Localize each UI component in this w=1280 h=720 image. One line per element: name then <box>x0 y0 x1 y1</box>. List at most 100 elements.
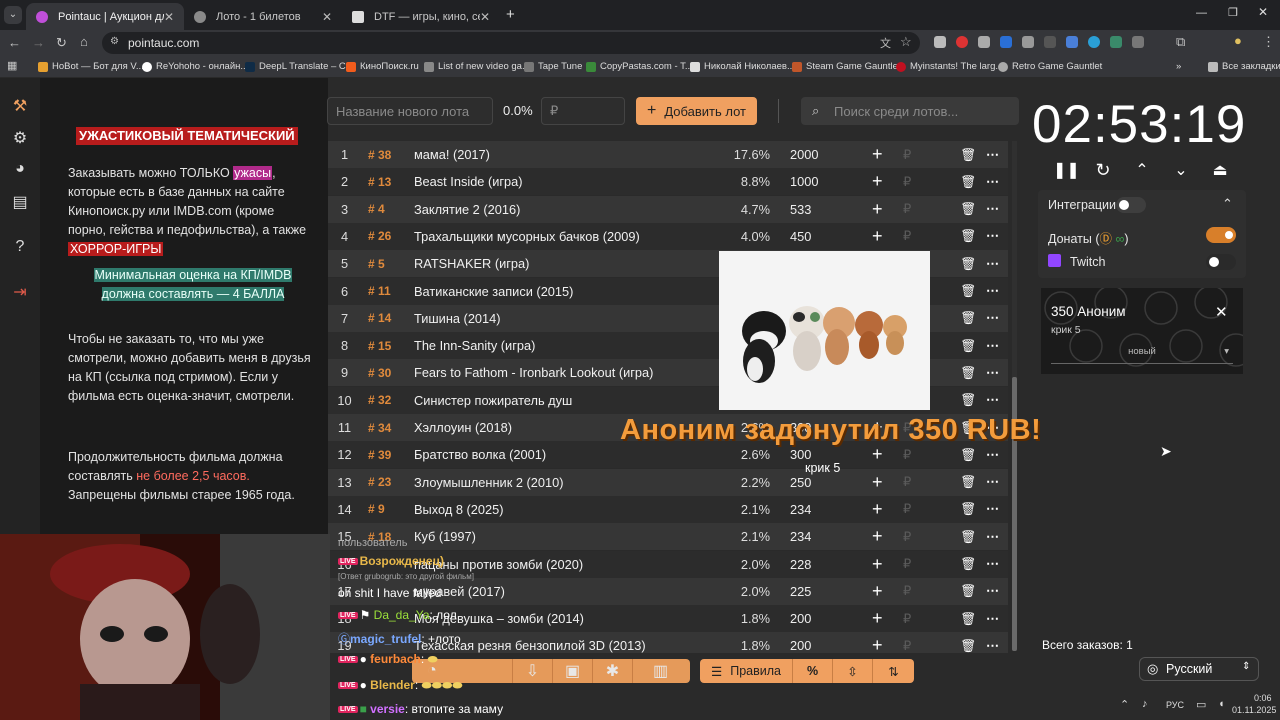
lot-name[interactable]: Трахальщики мусорных бачков (2009) <box>414 229 640 244</box>
ruble-icon[interactable]: ₽ <box>903 583 911 599</box>
lot-name[interactable]: Злоумышленник 2 (2010) <box>414 475 564 490</box>
bookmark[interactable]: Myinstants! The larg... <box>896 61 1003 72</box>
lot-row[interactable]: 13 # 23 Злоумышленник 2 (2010) 2.2% 250 + ₽ 🗑 ⋯ <box>328 468 1008 496</box>
add-amount-icon[interactable]: + <box>872 554 883 575</box>
ruble-icon[interactable]: ₽ <box>903 501 911 517</box>
scrollbar[interactable] <box>1012 141 1017 651</box>
delete-icon[interactable]: 🗑 <box>960 228 976 244</box>
reset-timer-icon[interactable]: ↻ <box>1092 160 1114 180</box>
amount-input[interactable]: ₽ <box>541 97 625 125</box>
lot-name[interactable]: Fears to Fathom - Ironbark Lookout (игра… <box>414 365 653 380</box>
pause-icon[interactable]: ❚❚ <box>1053 160 1080 180</box>
delete-icon[interactable]: 🗑 <box>960 583 976 599</box>
delete-icon[interactable]: 🗑 <box>960 638 976 653</box>
network-icon[interactable]: ▭ <box>1196 698 1206 711</box>
auction-hammer-icon[interactable]: ⚒ <box>10 96 30 116</box>
site-info-icon[interactable]: ⚙ <box>110 36 119 47</box>
lot-row[interactable]: 14 # 9 Выход 8 (2025) 2.1% 234 + ₽ 🗑 ⋯ <box>328 495 1008 523</box>
delete-icon[interactable]: 🗑 <box>960 447 976 463</box>
ruble-icon[interactable]: ₽ <box>903 474 911 490</box>
tab-list-button[interactable]: ⌄ <box>4 6 22 24</box>
lot-name[interactable]: Ватиканские записи (2015) <box>414 284 573 299</box>
more-options-icon[interactable]: ⋯ <box>986 392 999 408</box>
more-options-icon[interactable]: ⋯ <box>986 638 999 653</box>
lot-row[interactable]: 2 # 13 Beast Inside (игра) 8.8% 1000 + ₽ 🗑 ⋯ <box>328 168 1008 196</box>
home-icon[interactable]: ⌂ <box>80 34 88 49</box>
reload-icon[interactable]: ↻ <box>56 35 67 51</box>
lot-name[interactable]: Братство волка (2001) <box>414 447 546 462</box>
add-lot-button[interactable]: + Добавить лот <box>636 97 757 125</box>
ruble-icon[interactable]: ₽ <box>903 174 911 190</box>
lot-amount[interactable]: 234 <box>790 502 811 517</box>
add-amount-icon[interactable]: + <box>872 144 883 165</box>
lot-amount[interactable]: 1000 <box>790 174 818 189</box>
keyboard-language[interactable]: РУС <box>1166 700 1184 710</box>
more-options-icon[interactable]: ⋯ <box>986 365 999 381</box>
donation-status-select[interactable]: новый ▾ <box>1051 346 1233 364</box>
double-time-icon[interactable]: ⏏ <box>1209 160 1231 180</box>
add-amount-icon[interactable]: + <box>872 171 883 192</box>
lot-name[interactable]: RATSHAKER (игра) <box>414 256 529 271</box>
clipboard-icon[interactable]: ▤ <box>10 192 30 212</box>
lot-amount[interactable]: 225 <box>790 584 811 599</box>
compact-view-icon[interactable]: ⇳ <box>832 659 872 683</box>
add-amount-icon[interactable]: + <box>872 581 883 602</box>
bookmark[interactable]: Steam Game Gauntlet <box>792 61 901 72</box>
delete-icon[interactable]: 🗑 <box>960 174 976 190</box>
bookmark[interactable]: Tape Tune <box>524 61 582 72</box>
delete-icon[interactable]: 🗑 <box>960 201 976 217</box>
ruble-icon[interactable]: ₽ <box>903 228 911 244</box>
lot-amount[interactable]: 200 <box>790 611 811 626</box>
bookmark[interactable]: CopyPastas.com - T... <box>586 61 693 72</box>
lot-name[interactable]: мама! (2017) <box>414 147 490 162</box>
more-options-icon[interactable]: ⋯ <box>986 228 999 244</box>
lot-row[interactable]: 1 # 38 мама! (2017) 17.6% 2000 + ₽ 🗑 ⋯ <box>328 141 1008 168</box>
ruble-icon[interactable]: ₽ <box>903 201 911 217</box>
delete-icon[interactable]: 🗑 <box>960 338 976 354</box>
lot-amount[interactable]: 234 <box>790 529 811 544</box>
delete-icon[interactable]: 🗑 <box>960 611 976 627</box>
bookmark[interactable]: КиноПоиск.ru <box>346 61 419 72</box>
wheel-icon[interactable]: ◕ <box>10 160 30 180</box>
bookmark[interactable]: ReYohoho - онлайн... <box>142 61 248 72</box>
extension-icon[interactable] <box>1022 36 1034 48</box>
logout-icon[interactable]: ⇥ <box>10 282 30 302</box>
volume-icon[interactable]: ◖ <box>1218 698 1225 710</box>
lot-name[interactable]: Синистер пожиратель душ <box>414 393 572 408</box>
close-tab-icon[interactable]: ✕ <box>480 10 490 24</box>
more-options-icon[interactable]: ⋯ <box>986 501 999 517</box>
lot-amount[interactable]: 2000 <box>790 147 818 162</box>
help-icon[interactable]: ? <box>10 238 30 258</box>
close-donation-icon[interactable]: ✕ <box>1215 303 1228 321</box>
more-options-icon[interactable]: ⋯ <box>986 310 999 326</box>
ruble-icon[interactable]: ₽ <box>903 529 911 545</box>
ruble-icon[interactable]: ₽ <box>903 447 911 463</box>
add-amount-icon[interactable]: + <box>872 608 883 629</box>
tab-loto[interactable]: Лото - 1 билетов ✕ <box>184 3 342 30</box>
back-icon[interactable]: ← <box>8 35 21 50</box>
lot-name[interactable]: Куб (1997) <box>414 529 476 544</box>
delete-icon[interactable]: 🗑 <box>960 392 976 408</box>
add-amount-icon[interactable]: + <box>872 526 883 547</box>
ruble-icon[interactable]: ₽ <box>903 611 911 627</box>
more-options-icon[interactable]: ⋯ <box>986 201 999 217</box>
extension-icon[interactable] <box>1132 36 1144 48</box>
more-options-icon[interactable]: ⋯ <box>986 256 999 272</box>
tab-dtf[interactable]: DTF — игры, кино, сериалы, р ✕ <box>342 3 500 30</box>
ruble-icon[interactable]: ₽ <box>903 147 911 163</box>
rules-button[interactable]: ☰ Правила <box>700 659 792 683</box>
clear-icon[interactable]: ▥ <box>632 659 688 683</box>
subtract-time-icon[interactable]: ⌄ <box>1170 160 1192 180</box>
extension-icon[interactable] <box>956 36 968 48</box>
close-window-icon[interactable]: ✕ <box>1258 5 1268 19</box>
bookmark[interactable]: Николай Николаев... <box>690 61 795 72</box>
address-bar[interactable]: ⚙ pointauc.com 文 ☆ <box>102 32 920 54</box>
bookmark[interactable]: DeepL Translate – С... <box>245 61 354 72</box>
delete-icon[interactable]: 🗑 <box>960 501 976 517</box>
more-options-icon[interactable]: ⋯ <box>986 529 999 545</box>
bookmark-star-icon[interactable]: ☆ <box>900 34 912 50</box>
add-amount-icon[interactable]: + <box>872 499 883 520</box>
restore-icon[interactable]: ❐ <box>1228 6 1238 19</box>
more-options-icon[interactable]: ⋯ <box>986 147 999 163</box>
lot-amount[interactable]: 228 <box>790 557 811 572</box>
